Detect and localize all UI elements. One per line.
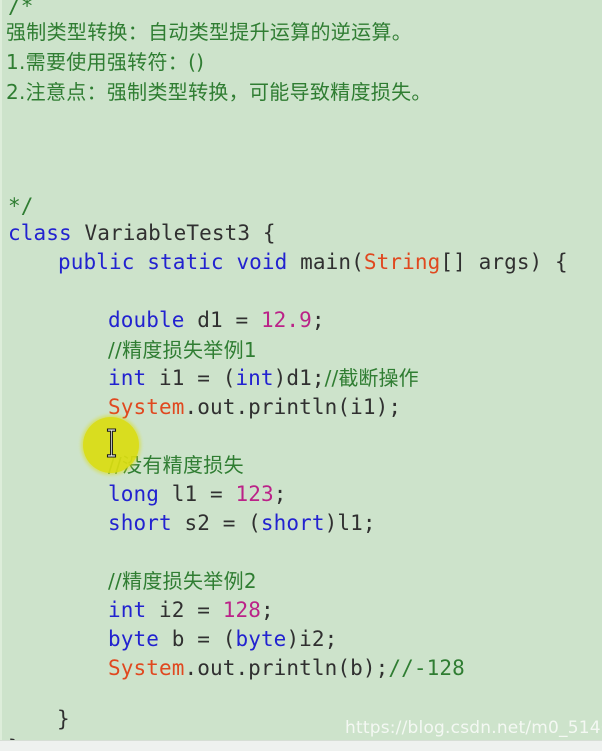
code-token: int xyxy=(108,598,147,622)
code-token: i1 = ( xyxy=(146,366,236,390)
code-token: static xyxy=(147,250,224,274)
code-token: byte xyxy=(108,627,159,651)
code-token: l1 = xyxy=(158,482,236,506)
code-line[interactable]: System.out.println(b);//-128 xyxy=(0,656,465,680)
code-token: main( xyxy=(287,250,364,274)
code-line[interactable]: short s2 = (short)l1; xyxy=(0,511,376,535)
code-token: 128 xyxy=(222,598,261,622)
code-token: 12.9 xyxy=(260,308,312,332)
code-line[interactable]: double d1 = 12.9; xyxy=(0,308,325,332)
code-token: //精度损失举例2 xyxy=(108,569,257,593)
code-token: 1.需要使用强转符：() xyxy=(6,50,205,74)
code-token: b = ( xyxy=(158,627,236,651)
code-line[interactable]: int i2 = 128; xyxy=(0,598,274,622)
code-token: [] args) { xyxy=(440,250,568,274)
code-token: void xyxy=(236,250,288,274)
code-line[interactable]: 2.注意点：强制类型转换，可能导致精度损失。 xyxy=(0,80,432,104)
code-token: ; xyxy=(273,482,287,506)
code-token: )i2; xyxy=(286,627,338,651)
code-token: short xyxy=(260,511,325,535)
code-token: .out.println(b); xyxy=(184,656,389,680)
code-line[interactable]: //精度损失举例2 xyxy=(0,569,257,593)
code-token: byte xyxy=(235,627,287,651)
code-token: System xyxy=(108,656,185,680)
code-line[interactable]: } xyxy=(0,707,70,731)
code-token: 2.注意点：强制类型转换，可能导致精度损失。 xyxy=(6,80,432,104)
code-token: d1 = xyxy=(184,308,261,332)
i-beam-text-cursor-icon xyxy=(105,428,118,458)
code-token: 强制类型转换：自动类型提升运算的逆运算。 xyxy=(6,20,412,44)
code-token: String xyxy=(363,250,441,274)
code-line[interactable]: int i1 = (int)d1;//截断操作 xyxy=(0,366,419,390)
code-token: long xyxy=(108,482,159,506)
bottom-edge-strip xyxy=(0,740,602,751)
csdn-blog-watermark: https://blog.csdn.net/m0_51465135 xyxy=(345,718,602,738)
code-token: ; xyxy=(311,308,325,332)
code-token: */ xyxy=(8,194,34,218)
code-line[interactable]: byte b = (byte)i2; xyxy=(0,627,337,651)
code-token: class xyxy=(8,221,72,245)
code-line[interactable]: System.out.println(i1); xyxy=(0,395,401,419)
code-token: int xyxy=(235,366,274,390)
code-token: int xyxy=(108,366,147,390)
code-token: .out.println(i1); xyxy=(184,395,402,419)
code-token: 123 xyxy=(235,482,274,506)
code-token: public xyxy=(58,250,135,274)
code-token: double xyxy=(108,308,185,332)
code-line[interactable]: class VariableTest3 { xyxy=(0,221,276,245)
code-token: } xyxy=(57,707,70,731)
code-token: short xyxy=(108,511,172,535)
code-line[interactable]: 1.需要使用强转符：() xyxy=(0,50,204,74)
code-line[interactable]: public static void main(String[] args) { xyxy=(0,250,568,274)
code-token: VariableTest3 { xyxy=(71,221,276,245)
code-token: )d1; xyxy=(273,366,325,390)
code-token: /* xyxy=(8,0,34,18)
code-token: //截断操作 xyxy=(324,366,419,390)
code-line[interactable]: //精度损失举例1 xyxy=(0,338,257,362)
code-line[interactable]: */ xyxy=(0,194,34,218)
code-line[interactable]: long l1 = 123; xyxy=(0,482,286,506)
code-token: ; xyxy=(260,598,274,622)
code-token: s2 = ( xyxy=(171,511,261,535)
code-token: i2 = xyxy=(146,598,223,622)
code-token: )l1; xyxy=(324,511,376,535)
code-token: //-128 xyxy=(388,656,465,680)
code-token: //精度损失举例1 xyxy=(108,338,257,362)
code-line[interactable]: /* xyxy=(0,0,34,18)
code-editor-screenshot: /* 强制类型转换：自动类型提升运算的逆运算。 1.需要使用强转符：() 2.注意点：… xyxy=(0,0,602,751)
code-token: System xyxy=(108,395,185,419)
code-line[interactable]: 强制类型转换：自动类型提升运算的逆运算。 xyxy=(0,20,412,44)
